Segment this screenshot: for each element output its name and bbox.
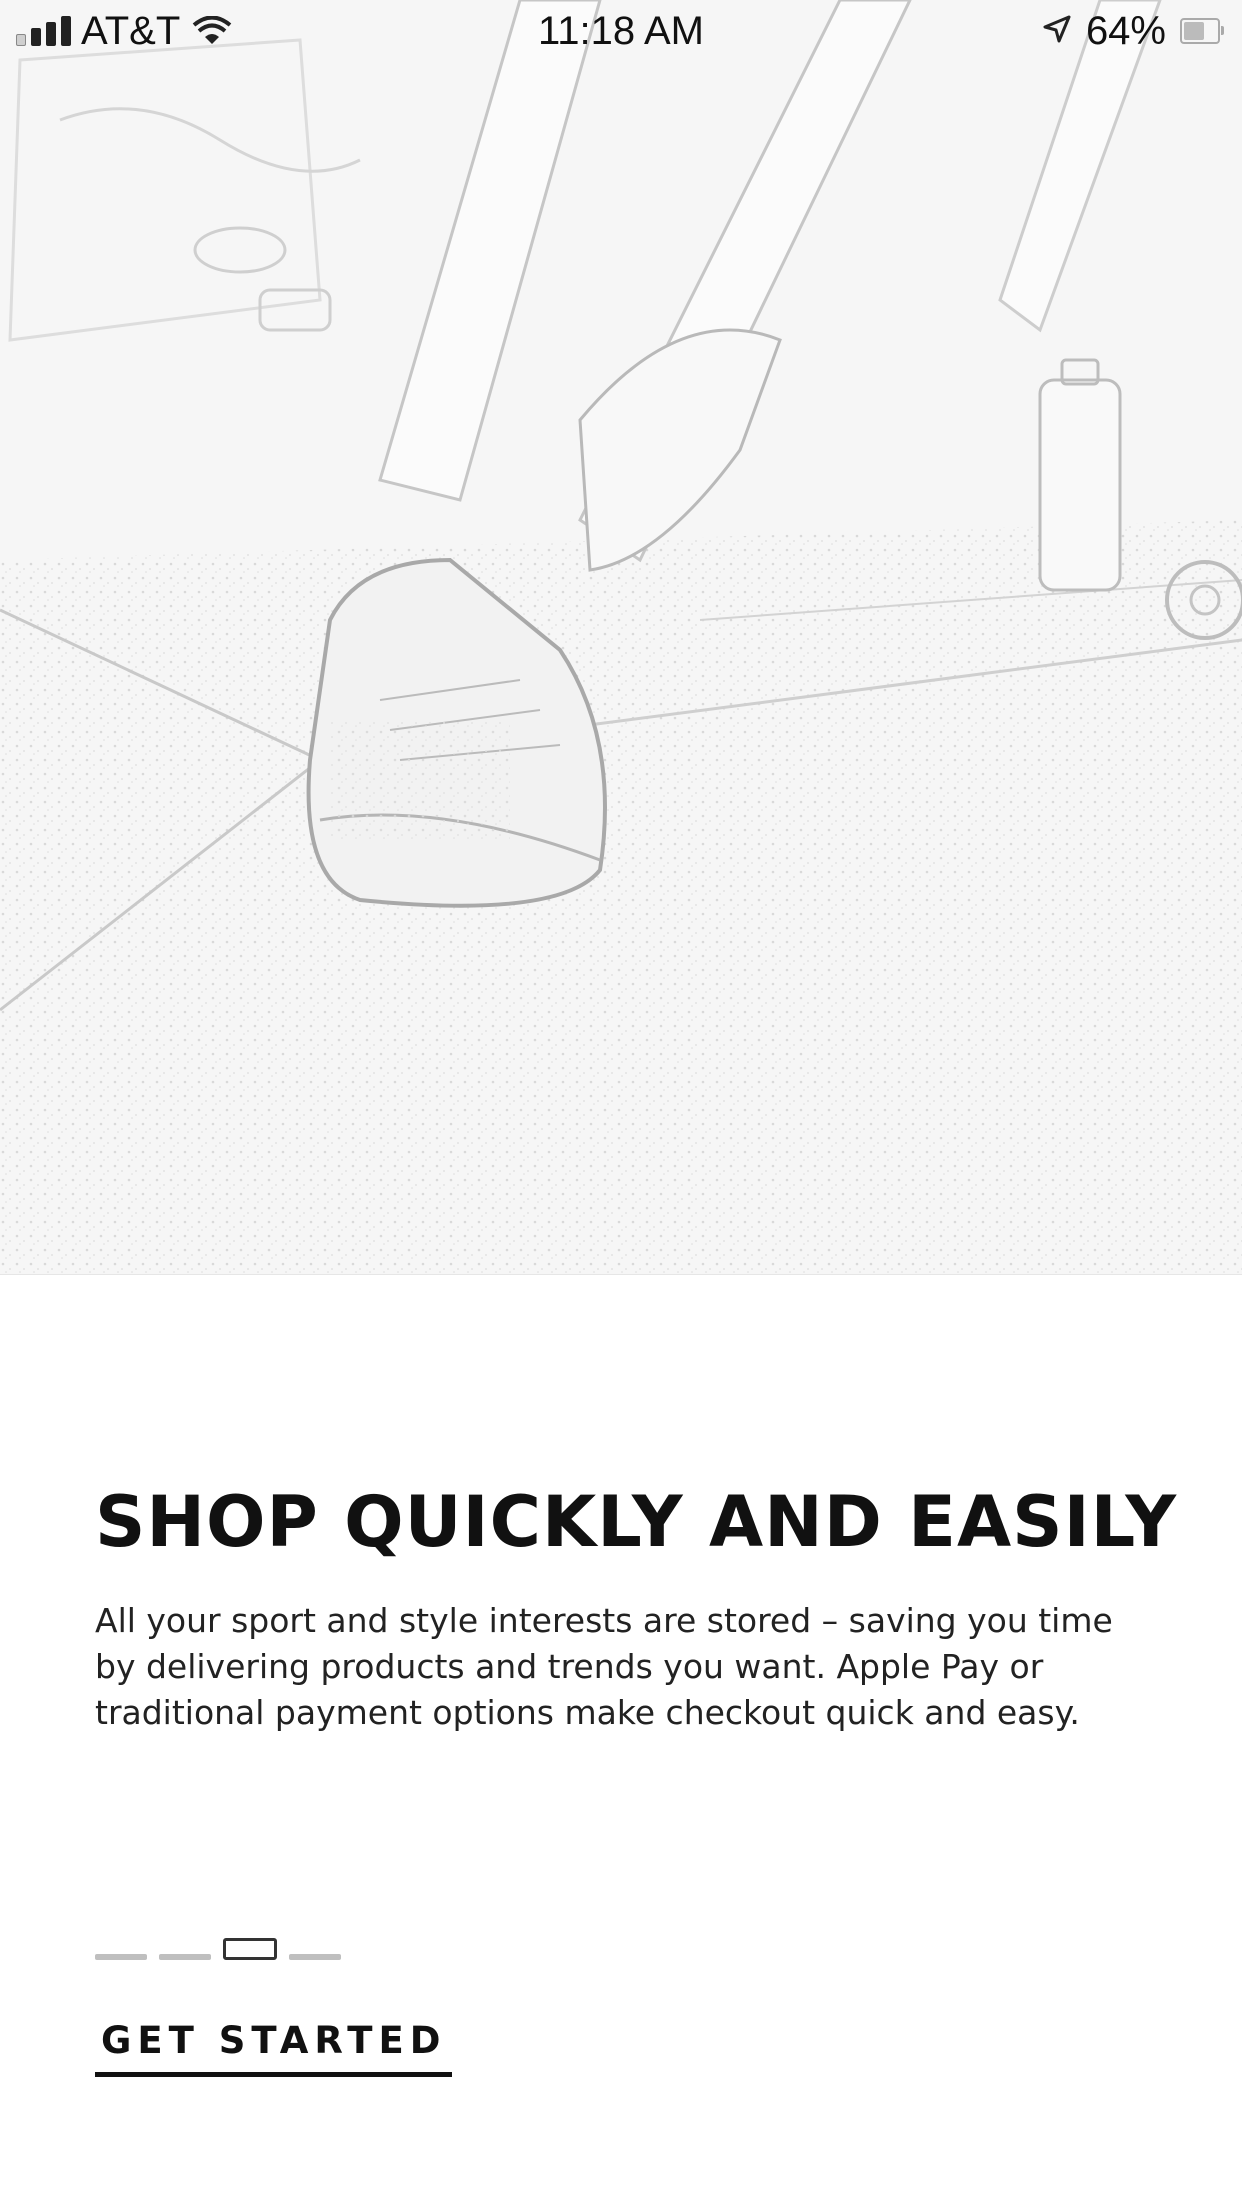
- page-dot-1[interactable]: [95, 1954, 147, 1960]
- page-dot-2[interactable]: [159, 1954, 211, 1960]
- battery-icon: [1180, 18, 1224, 44]
- page-dot-3[interactable]: [223, 1938, 277, 1960]
- page-dot-4[interactable]: [289, 1954, 341, 1960]
- hero-image: [0, 0, 1242, 1275]
- status-right: 64%: [1042, 8, 1224, 54]
- status-bar: AT&T 11:18 AM 64%: [0, 0, 1242, 62]
- location-arrow-icon: [1042, 9, 1072, 54]
- onboarding-headline: SHOP QUICKLY AND EASILY: [95, 1481, 1178, 1563]
- running-shoe-photo: [0, 0, 1242, 1274]
- onboarding-content: SHOP QUICKLY AND EASILY All your sport a…: [95, 1480, 1178, 1736]
- page-indicator[interactable]: [95, 1938, 341, 1960]
- onboarding-description: All your sport and style interests are s…: [95, 1601, 1113, 1732]
- get-started-button[interactable]: GET STARTED: [95, 2018, 453, 2077]
- battery-percent: 64%: [1085, 8, 1166, 53]
